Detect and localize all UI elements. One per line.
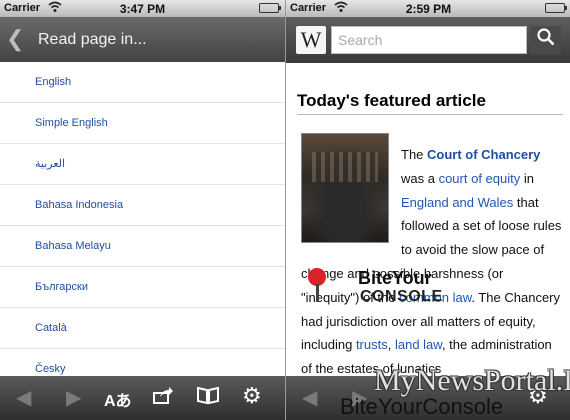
article-body: The Court of Chancery was a court of equ…	[301, 143, 563, 381]
language-item[interactable]: Bahasa Melayu	[0, 226, 285, 267]
language-item[interactable]: العربية	[0, 144, 285, 185]
featured-article-heading: Today's featured article	[297, 91, 563, 115]
article-title-link[interactable]: Court of Chancery	[427, 147, 540, 162]
back-arrow-icon[interactable]: ◀	[302, 385, 317, 410]
nav-title: Read page in...	[38, 31, 147, 48]
status-time: 2:59 PM	[405, 2, 452, 16]
language-item[interactable]: English	[0, 62, 285, 103]
forward-arrow-icon[interactable]: ▶	[352, 385, 367, 410]
language-list: English Simple English العربية Bahasa In…	[0, 62, 285, 390]
right-screen: Carrier 2:59 PM W Today's featured artic…	[285, 0, 570, 420]
forward-arrow-icon[interactable]: ▶	[66, 385, 81, 410]
share-icon[interactable]	[152, 385, 174, 411]
article-text: The	[401, 147, 428, 162]
font-size-button[interactable]: Aあ	[104, 387, 132, 411]
link-land-law[interactable]: land law	[395, 337, 442, 352]
status-time: 3:47 PM	[119, 2, 166, 16]
status-bar: Carrier 2:59 PM	[286, 0, 570, 17]
search-input[interactable]	[331, 26, 527, 54]
article-content: Today's featured article The Court of Ch…	[286, 63, 570, 376]
wikipedia-logo-icon[interactable]: W	[296, 26, 326, 54]
link-england-and-wales[interactable]: England and Wales	[401, 195, 513, 210]
back-chevron-icon[interactable]: ❮	[6, 26, 24, 52]
left-screen: Carrier 3:47 PM ❮ Read page in... Englis…	[0, 0, 285, 420]
link-trusts[interactable]: trusts	[356, 337, 388, 352]
article-text: ,	[387, 337, 395, 353]
link-common-law[interactable]: common law	[399, 290, 471, 305]
search-icon[interactable]	[531, 26, 561, 54]
back-arrow-icon[interactable]: ◀	[16, 385, 31, 410]
link-court-of-equity[interactable]: court of equity	[439, 171, 521, 186]
bottom-toolbar: ◀ ▶ Aあ ⚙	[0, 376, 285, 420]
bottom-toolbar: ◀ ▶ ⚙	[286, 376, 570, 420]
search-bar: W	[286, 17, 570, 63]
article-text: was a	[401, 170, 439, 186]
battery-icon	[259, 3, 281, 13]
battery-icon	[545, 3, 567, 13]
settings-gear-icon[interactable]: ⚙	[528, 383, 548, 409]
language-item[interactable]: Català	[0, 308, 285, 349]
article-text: in	[520, 170, 534, 186]
language-item[interactable]: Bahasa Indonesia	[0, 185, 285, 226]
status-bar: Carrier 3:47 PM	[0, 0, 285, 17]
language-item[interactable]: Български	[0, 267, 285, 308]
bookmarks-icon[interactable]	[196, 385, 220, 411]
language-item[interactable]: Simple English	[0, 103, 285, 144]
settings-gear-icon[interactable]: ⚙	[242, 383, 262, 409]
nav-bar: ❮ Read page in...	[0, 17, 285, 62]
